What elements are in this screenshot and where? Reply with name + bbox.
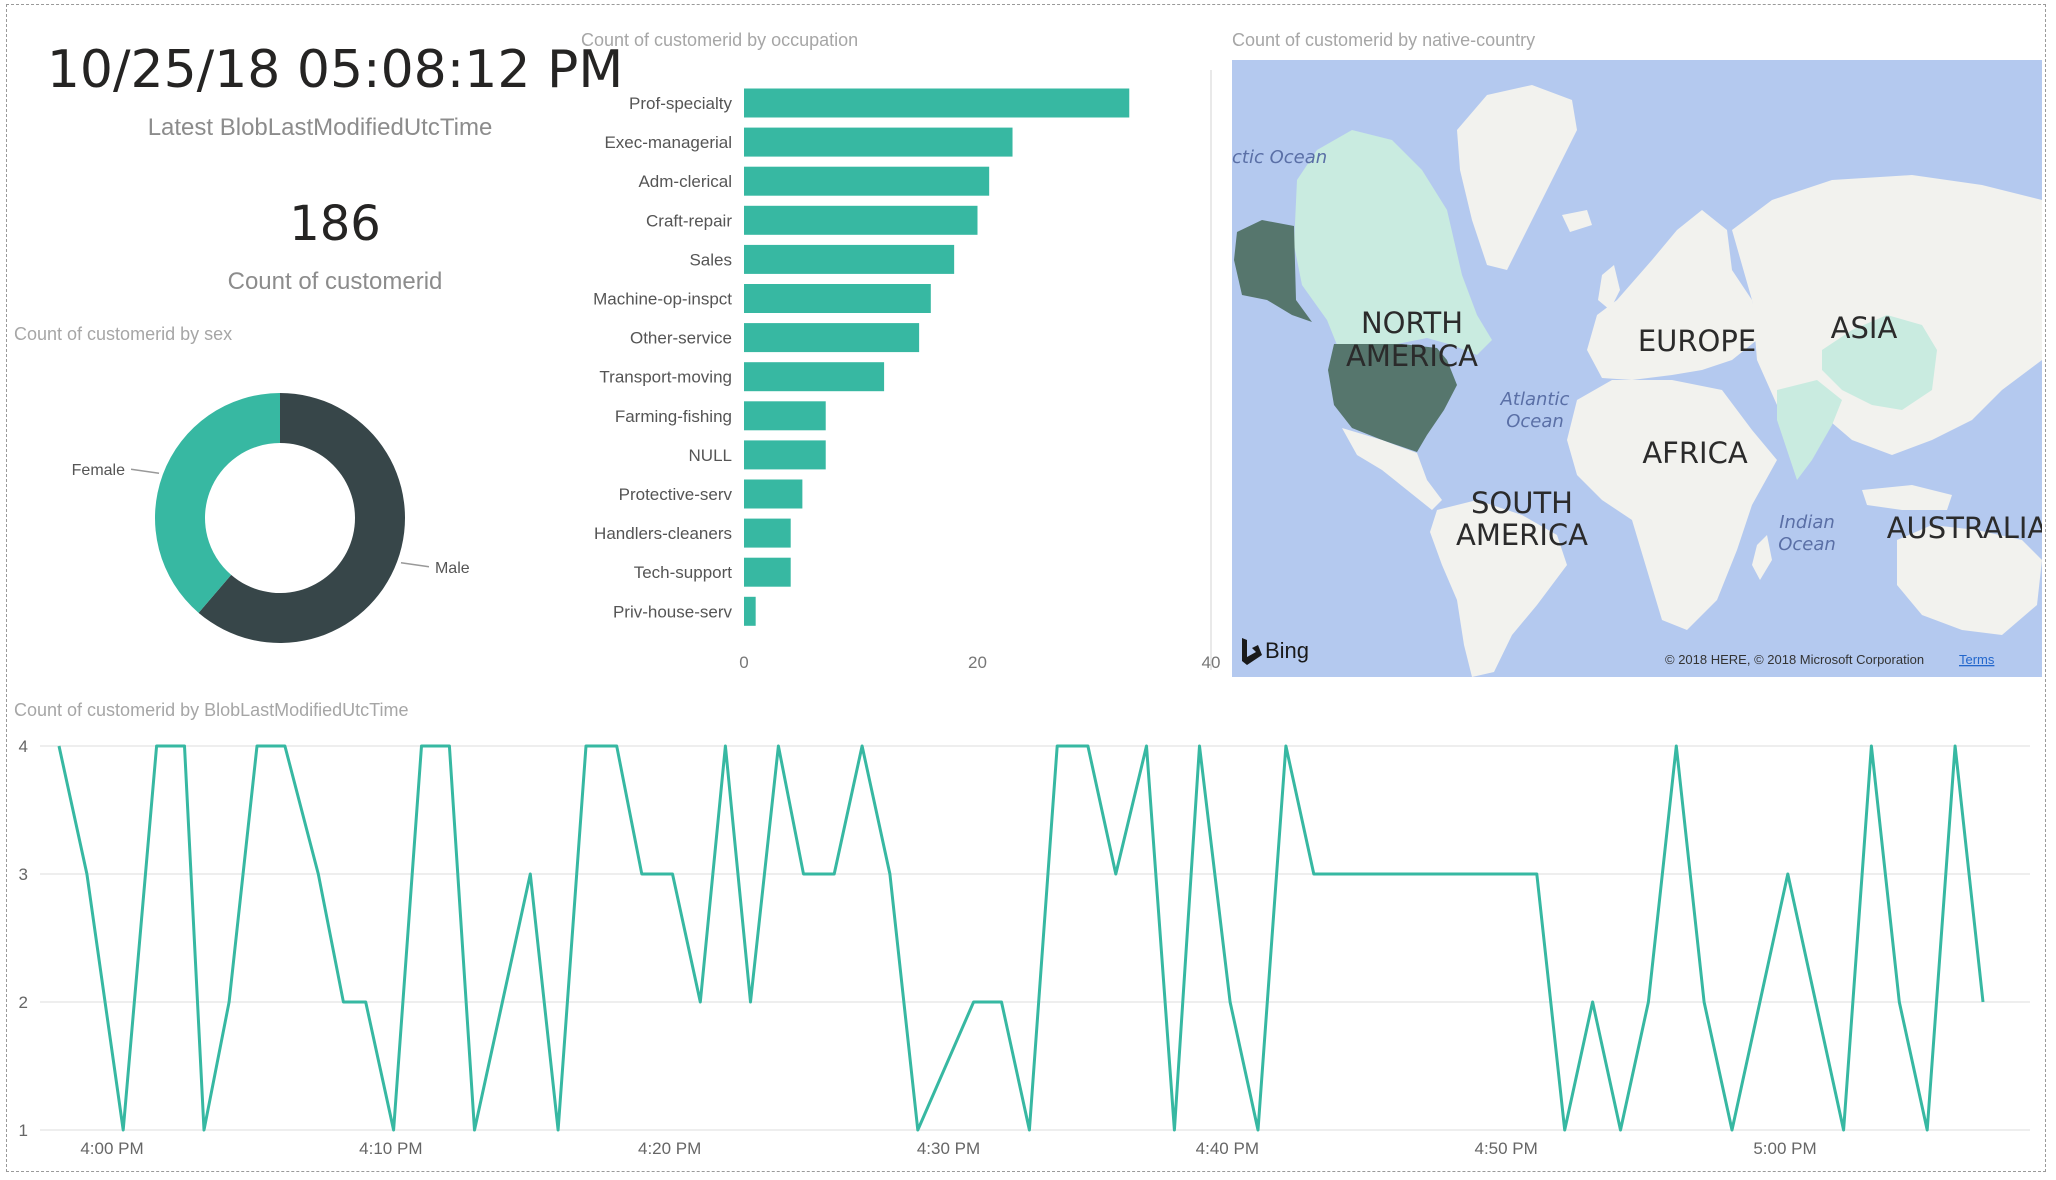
donut-label-male: Male [435, 560, 470, 577]
bar-category-label: Farming-fishing [615, 407, 732, 426]
bar-craft-repair [744, 205, 978, 235]
bar-transport-moving [744, 362, 885, 392]
map-terms-link[interactable]: Terms [1959, 652, 1995, 667]
bar-prof-specialty [744, 88, 1130, 118]
bar-category-label: Priv-house-serv [613, 602, 733, 621]
line-chart-title: Count of customerid by BlobLastModifiedU… [14, 700, 409, 720]
bar-category-label: NULL [689, 446, 732, 465]
bar-category-label: Adm-clerical [638, 172, 732, 191]
bar-category-label: Exec-managerial [604, 133, 732, 152]
line-y-tick: 1 [19, 1121, 28, 1140]
line-x-tick: 5:00 PM [1753, 1139, 1816, 1158]
bar-handlers-cleaners [744, 518, 791, 548]
bar-chart-title: Count of customerid by occupation [581, 30, 859, 50]
map-ocean-arctic: ctic Ocean [1232, 147, 1327, 168]
map-land-greenland [1457, 85, 1577, 270]
map-label-australia: AUSTRALIA [1887, 511, 2042, 545]
bing-label: Bing [1265, 638, 1309, 663]
line-x-tick: 4:30 PM [917, 1139, 980, 1158]
map-land-iceland [1562, 210, 1592, 232]
bar-chart[interactable]: Prof-specialty Exec-managerial Adm-clerica… [560, 70, 1220, 680]
bar-protective-serv [744, 479, 803, 509]
bar-machine-op-inspct [744, 284, 931, 313]
map-ocean-atlantic-1: Atlantic [1500, 389, 1570, 410]
bar-category-label: Protective-serv [619, 485, 733, 504]
bar-category-label: Other-service [630, 329, 732, 348]
line-x-tick: 4:40 PM [1196, 1139, 1259, 1158]
map-region-india[interactable] [1777, 380, 1842, 480]
donut-leader-female [130, 468, 160, 474]
bar-category-label: Machine-op-inspct [593, 290, 732, 309]
kpi-latest-time-value: 10/25/18 05:08:12 PM [46, 40, 624, 100]
bar-x-tick: 40 [1202, 653, 1220, 672]
map-ocean-atlantic-2: Ocean [1506, 411, 1564, 432]
map-ocean-indian-2: Ocean [1778, 534, 1836, 555]
map-label-europe: EUROPE [1638, 324, 1756, 358]
bar-category-label: Prof-specialty [629, 94, 732, 113]
line-x-tick: 4:20 PM [638, 1139, 701, 1158]
map-label-america-south: AMERICA [1456, 518, 1588, 552]
bar-exec-managerial [744, 127, 1013, 157]
map-ocean-indian-1: Indian [1779, 512, 1835, 533]
bar-category-label: Handlers-cleaners [594, 524, 732, 543]
bar-category-label: Tech-support [634, 563, 733, 582]
bar-category-label: Craft-repair [646, 211, 732, 230]
line-y-tick: 2 [19, 993, 28, 1012]
bing-logo-icon [1242, 638, 1262, 665]
bar-adm-clerical [744, 166, 990, 196]
line-y-tick: 4 [19, 737, 28, 756]
donut-chart-title: Count of customerid by sex [14, 324, 233, 344]
kpi-latest-time-label: Latest BlobLastModifiedUtcTime [147, 114, 493, 141]
bar-x-tick: 20 [968, 653, 987, 672]
map-label-south: SOUTH [1471, 486, 1573, 520]
donut-label-female: Female [72, 462, 125, 479]
bar-tech-support [744, 557, 791, 587]
map-label-america: AMERICA [1346, 339, 1478, 373]
line-x-tick: 4:00 PM [80, 1139, 143, 1158]
map-land-africa [1567, 380, 1777, 630]
donut-chart[interactable]: Female Male [40, 370, 580, 660]
bar-sales [744, 244, 955, 274]
bar-category-label: Sales [689, 250, 732, 269]
map-land-madagascar [1752, 535, 1772, 580]
map-copyright: © 2018 HERE, © 2018 Microsoft Corporatio… [1665, 652, 1924, 667]
map-label-africa: AFRICA [1642, 436, 1747, 470]
map-label-north: NORTH [1361, 306, 1463, 340]
line-chart[interactable]: 1 2 3 4 4:00 PM 4:10 PM 4:20 PM 4:30 PM 4:40 PM 4… [0, 730, 2056, 1170]
bar-x-tick: 0 [739, 653, 748, 672]
bar-other-service [744, 323, 920, 353]
donut-slice-female [154, 393, 280, 613]
map-title: Count of customerid by native-country [1232, 30, 1536, 50]
kpi-count-label: Count of customerid [227, 268, 443, 295]
line-x-tick: 4:50 PM [1475, 1139, 1538, 1158]
line-x-tick: 4:10 PM [359, 1139, 422, 1158]
world-map[interactable]: NORTH AMERICA EUROPE ASIA AFRICA SOUTH A… [1232, 60, 2042, 677]
line-y-tick: 3 [19, 865, 28, 884]
kpi-count-value: 186 [289, 196, 381, 252]
bar-null [744, 440, 826, 470]
donut-leader-male [400, 562, 430, 568]
bar-category-label: Transport-moving [599, 368, 732, 387]
bar-farming-fishing [744, 401, 826, 431]
map-land-indonesia [1862, 485, 1952, 510]
line-series-count [57, 744, 1985, 1132]
map-label-asia: ASIA [1831, 311, 1898, 345]
bar-priv-house-serv [744, 596, 756, 626]
